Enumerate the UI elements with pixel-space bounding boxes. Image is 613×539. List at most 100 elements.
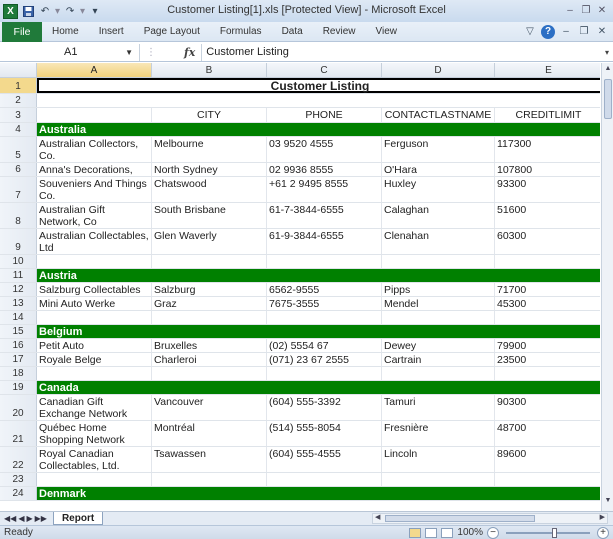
redo-icon[interactable]: ↷ (63, 4, 77, 18)
customer-name-cell[interactable] (37, 255, 152, 268)
row-header[interactable]: 3 (0, 108, 37, 122)
city-cell[interactable]: Chatswood (152, 177, 267, 202)
customer-name-cell[interactable] (37, 367, 152, 380)
row-header[interactable]: 8 (0, 203, 37, 228)
tab-home[interactable]: Home (42, 22, 89, 42)
worksheet-grid[interactable]: A B C D E 1 Customer Listing 2 3 CITY PH… (0, 63, 600, 511)
last-sheet-icon[interactable]: ▶▶ (35, 514, 47, 523)
row-header[interactable]: 18 (0, 367, 37, 380)
formula-input[interactable]: Customer Listing (201, 43, 601, 61)
contact-cell[interactable]: Huxley (382, 177, 495, 202)
phone-cell[interactable]: 03 9520 4555 (267, 137, 382, 162)
scroll-right-icon[interactable]: ▶ (600, 513, 605, 521)
contact-cell[interactable] (382, 367, 495, 380)
name-box-dropdown-icon[interactable]: ▼ (125, 48, 133, 57)
zoom-level[interactable]: 100% (457, 527, 483, 538)
credit-limit-cell[interactable] (495, 473, 600, 486)
save-icon[interactable] (21, 4, 35, 18)
row-header[interactable]: 19 (0, 381, 37, 394)
row-header[interactable]: 21 (0, 421, 37, 446)
country-label-cell[interactable]: Austria (37, 269, 600, 282)
column-header-d[interactable]: D (382, 63, 495, 78)
country-label-cell[interactable]: Denmark (37, 487, 600, 500)
contact-cell[interactable]: Dewey (382, 339, 495, 352)
header-cell-a[interactable] (37, 108, 152, 122)
expand-formula-bar-icon[interactable]: ▾ (601, 48, 613, 57)
city-cell[interactable]: Bruxelles (152, 339, 267, 352)
credit-limit-cell[interactable]: 107800 (495, 163, 600, 176)
customer-name-cell[interactable]: Mini Auto Werke (37, 297, 152, 310)
workbook-minimize-icon[interactable]: – (559, 26, 573, 37)
city-cell[interactable]: South Brisbane (152, 203, 267, 228)
tab-page-layout[interactable]: Page Layout (134, 22, 210, 42)
contact-cell[interactable] (382, 311, 495, 324)
column-header-b[interactable]: B (152, 63, 267, 78)
contact-cell[interactable] (382, 255, 495, 268)
undo-icon[interactable]: ↶ (38, 4, 52, 18)
city-cell[interactable]: North Sydney (152, 163, 267, 176)
row-header[interactable]: 9 (0, 229, 37, 254)
phone-cell[interactable]: (071) 23 67 2555 (267, 353, 382, 366)
zoom-in-icon[interactable]: + (597, 526, 609, 539)
credit-limit-cell[interactable]: 23500 (495, 353, 600, 366)
credit-limit-cell[interactable]: 48700 (495, 421, 600, 446)
restore-icon[interactable]: ❐ (579, 3, 593, 17)
workbook-close-icon[interactable]: ✕ (595, 26, 609, 37)
contact-cell[interactable]: Mendel (382, 297, 495, 310)
close-icon[interactable]: ✕ (595, 3, 609, 17)
zoom-slider-knob[interactable] (552, 527, 557, 538)
row-header[interactable]: 6 (0, 163, 37, 176)
sheet-tab-report[interactable]: Report (52, 512, 104, 525)
column-header-a[interactable]: A (37, 63, 152, 78)
city-cell[interactable]: Glen Waverly (152, 229, 267, 254)
credit-limit-cell[interactable]: 79900 (495, 339, 600, 352)
row-header[interactable]: 24 (0, 487, 37, 500)
credit-limit-cell[interactable]: 71700 (495, 283, 600, 296)
contact-cell[interactable] (382, 473, 495, 486)
page-layout-view-icon[interactable] (425, 527, 438, 538)
phone-cell[interactable]: 02 9936 8555 (267, 163, 382, 176)
next-sheet-icon[interactable]: ▶ (26, 514, 32, 523)
phone-cell[interactable]: (514) 555-8054 (267, 421, 382, 446)
contact-cell[interactable]: Calaghan (382, 203, 495, 228)
customer-name-cell[interactable]: Salzburg Collectables (37, 283, 152, 296)
first-sheet-icon[interactable]: ◀◀ (4, 514, 16, 523)
normal-view-icon[interactable] (409, 527, 422, 538)
credit-limit-cell[interactable]: 90300 (495, 395, 600, 420)
row-header[interactable]: 5 (0, 137, 37, 162)
vertical-scroll-thumb[interactable] (604, 79, 612, 119)
contact-cell[interactable]: Cartrain (382, 353, 495, 366)
header-cell-contact[interactable]: CONTACTLASTNAME (382, 108, 495, 122)
vertical-scrollbar[interactable]: ▲ ▼ (601, 63, 613, 511)
customer-name-cell[interactable]: Australian Collectors, Co. (37, 137, 152, 162)
customer-name-cell[interactable]: Royale Belge (37, 353, 152, 366)
tab-insert[interactable]: Insert (89, 22, 134, 42)
phone-cell[interactable]: (604) 555-4555 (267, 447, 382, 472)
customer-name-cell[interactable]: Australian Gift Network, Co (37, 203, 152, 228)
contact-cell[interactable]: Pipps (382, 283, 495, 296)
phone-cell[interactable]: 7675-3555 (267, 297, 382, 310)
country-label-cell[interactable]: Belgium (37, 325, 600, 338)
insert-function-icon[interactable]: fx (162, 46, 201, 59)
column-header-c[interactable]: C (267, 63, 382, 78)
phone-cell[interactable]: +61 2 9495 8555 (267, 177, 382, 202)
country-label-cell[interactable]: Canada (37, 381, 600, 394)
row-header[interactable]: 17 (0, 353, 37, 366)
contact-cell[interactable]: Fresnière (382, 421, 495, 446)
credit-limit-cell[interactable] (495, 311, 600, 324)
phone-cell[interactable] (267, 367, 382, 380)
customer-name-cell[interactable]: Anna's Decorations, Ltd (37, 163, 152, 176)
city-cell[interactable]: Montréal (152, 421, 267, 446)
phone-cell[interactable]: 6562-9555 (267, 283, 382, 296)
horizontal-scroll-thumb[interactable] (385, 515, 535, 522)
city-cell[interactable]: Melbourne (152, 137, 267, 162)
contact-cell[interactable]: Tamuri (382, 395, 495, 420)
help-icon[interactable]: ? (541, 24, 555, 39)
horizontal-scrollbar[interactable]: ◀ ▶ (372, 513, 608, 524)
phone-cell[interactable] (267, 311, 382, 324)
credit-limit-cell[interactable] (495, 367, 600, 380)
phone-cell[interactable]: 61-7-3844-6555 (267, 203, 382, 228)
phone-cell[interactable]: 61-9-3844-6555 (267, 229, 382, 254)
phone-cell[interactable] (267, 255, 382, 268)
row-header[interactable]: 15 (0, 325, 37, 338)
